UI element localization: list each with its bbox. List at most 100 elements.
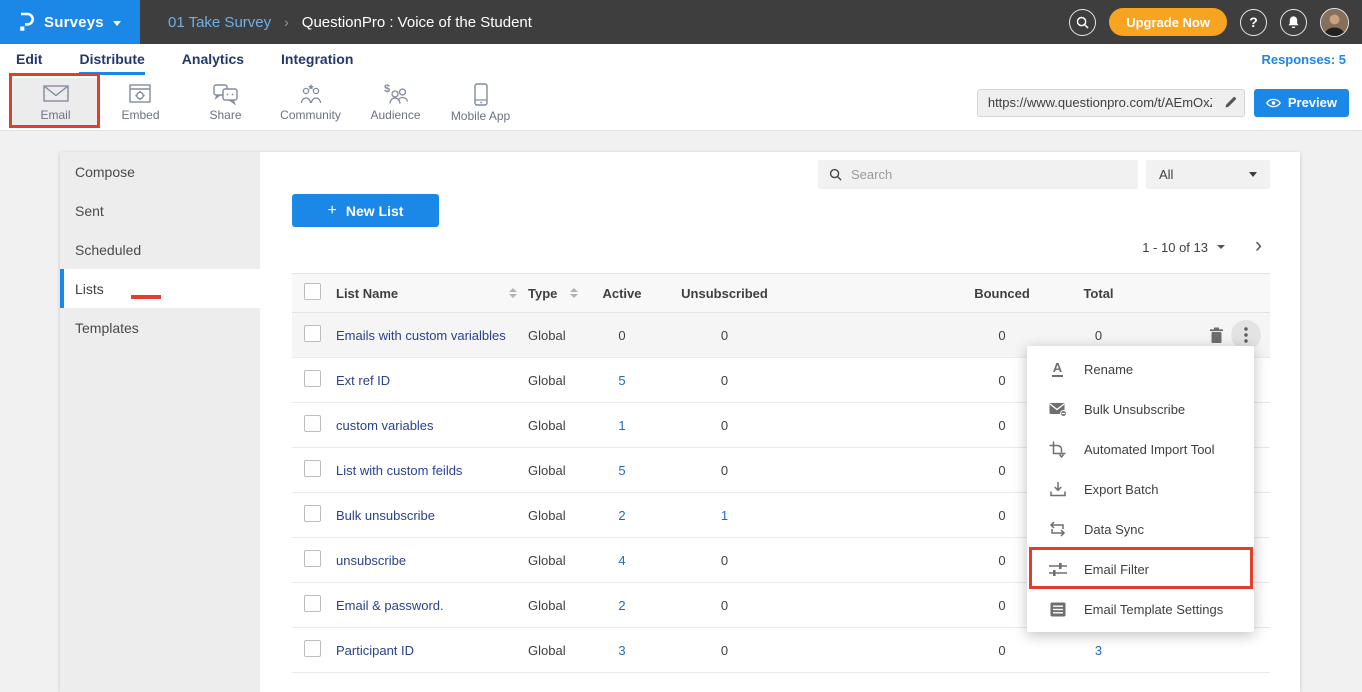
survey-url-input[interactable]: [978, 95, 1218, 110]
responses-count[interactable]: Responses: 5: [1261, 44, 1362, 75]
select-all-checkbox[interactable]: [304, 283, 321, 300]
menu-item-data-sync[interactable]: Data Sync: [1027, 509, 1254, 549]
unsubscribed-count[interactable]: 1: [652, 508, 797, 523]
toolbar-item-embed[interactable]: Embed: [98, 78, 183, 128]
upgrade-now-button[interactable]: Upgrade Now: [1109, 8, 1227, 36]
row-cell-list-name: Emails with custom varialbles: [332, 328, 528, 343]
svg-text:$: $: [384, 83, 390, 95]
list-type-value: Global: [528, 508, 592, 523]
unsubscribed-count[interactable]: 0: [652, 598, 797, 613]
sort-icon[interactable]: [509, 288, 517, 298]
row-checkbox[interactable]: [304, 595, 321, 612]
row-cell-list-name: custom variables: [332, 418, 528, 433]
row-cell-list-name: Participant ID: [332, 643, 528, 658]
row-cell-checkbox: [292, 415, 332, 435]
unsubscribed-count[interactable]: 0: [652, 553, 797, 568]
menu-item-export-batch[interactable]: Export Batch: [1027, 469, 1254, 509]
active-count[interactable]: 2: [592, 508, 652, 523]
active-count[interactable]: 1: [592, 418, 652, 433]
list-name-link[interactable]: unsubscribe: [336, 553, 406, 568]
tab-edit[interactable]: Edit: [16, 44, 42, 75]
active-count[interactable]: 5: [592, 373, 652, 388]
bounced-count[interactable]: 0: [797, 643, 1072, 658]
unsubscribed-count[interactable]: 0: [652, 328, 797, 343]
toolbar-item-label: Mobile App: [451, 109, 510, 123]
list-name-link[interactable]: Emails with custom varialbles: [336, 328, 506, 343]
top-bar: Surveys 01 Take Survey › QuestionPro : V…: [0, 0, 1362, 44]
active-count[interactable]: 4: [592, 553, 652, 568]
sidebar-item-scheduled[interactable]: Scheduled: [60, 230, 260, 269]
pagination-range-dropdown[interactable]: 1 - 10 of 13: [1142, 240, 1225, 255]
search-button[interactable]: [1069, 9, 1096, 36]
header-cell-list-name[interactable]: List Name: [332, 286, 528, 301]
row-checkbox[interactable]: [304, 640, 321, 657]
row-cell-checkbox: [292, 325, 332, 345]
notifications-button[interactable]: [1280, 9, 1307, 36]
list-name-link[interactable]: Ext ref ID: [336, 373, 390, 388]
eye-icon: [1266, 98, 1281, 108]
toolbar-item-email[interactable]: Email: [13, 78, 98, 128]
preview-button[interactable]: Preview: [1254, 89, 1349, 117]
row-checkbox[interactable]: [304, 550, 321, 567]
unsubscribed-count[interactable]: 0: [652, 463, 797, 478]
menu-item-bulk-unsubscribe[interactable]: Bulk Unsubscribe: [1027, 389, 1254, 429]
delete-list-button[interactable]: [1209, 327, 1224, 344]
row-checkbox[interactable]: [304, 415, 321, 432]
list-name-link[interactable]: Bulk unsubscribe: [336, 508, 435, 523]
menu-item-label: Email Filter: [1084, 562, 1149, 577]
toolbar-item-label: Audience: [370, 108, 420, 122]
list-type-filter-dropdown[interactable]: All: [1146, 160, 1270, 189]
row-checkbox[interactable]: [304, 325, 321, 342]
list-name-link[interactable]: List with custom feilds: [336, 463, 462, 478]
total-count[interactable]: 3: [1072, 643, 1125, 658]
survey-url-box: [977, 89, 1245, 117]
unsubscribed-count[interactable]: 0: [652, 643, 797, 658]
menu-item-rename[interactable]: A Rename: [1027, 349, 1254, 389]
menu-item-email-template-settings[interactable]: Email Template Settings: [1027, 589, 1254, 629]
row-checkbox[interactable]: [304, 460, 321, 477]
next-page-button[interactable]: ›: [1255, 235, 1262, 259]
menu-item-automated-import-tool[interactable]: Automated Import Tool: [1027, 429, 1254, 469]
active-count[interactable]: 5: [592, 463, 652, 478]
list-name-link[interactable]: Email & password.: [336, 598, 444, 613]
breadcrumb-folder[interactable]: 01 Take Survey: [168, 14, 271, 31]
chevron-down-icon: [113, 21, 121, 26]
toolbar-item-mobile-app[interactable]: Mobile App: [438, 78, 523, 128]
table-row[interactable]: Participant ID Global 3 0 0 3: [292, 628, 1270, 673]
total-count[interactable]: 0: [1072, 328, 1125, 343]
unsubscribed-count[interactable]: 0: [652, 373, 797, 388]
list-name-link[interactable]: Participant ID: [336, 643, 414, 658]
active-count[interactable]: 2: [592, 598, 652, 613]
row-checkbox[interactable]: [304, 505, 321, 522]
list-type-value: Global: [528, 328, 592, 343]
header-cell-type[interactable]: Type: [528, 286, 592, 301]
embed-icon: [129, 84, 153, 105]
rename-icon: A: [1048, 361, 1067, 377]
sidebar-item-compose[interactable]: Compose: [60, 152, 260, 191]
menu-item-email-filter[interactable]: Email Filter: [1027, 549, 1254, 589]
product-switcher[interactable]: Surveys: [0, 0, 140, 44]
unsubscribed-count[interactable]: 0: [652, 418, 797, 433]
list-name-link[interactable]: custom variables: [336, 418, 434, 433]
bounced-count[interactable]: 0: [797, 328, 1072, 343]
list-search-input[interactable]: [851, 167, 1127, 182]
user-avatar[interactable]: [1320, 8, 1349, 37]
sidebar-item-sent[interactable]: Sent: [60, 191, 260, 230]
toolbar-item-share[interactable]: Share: [183, 78, 268, 128]
help-button[interactable]: ?: [1240, 9, 1267, 36]
sidebar-item-templates[interactable]: Templates: [60, 308, 260, 347]
tab-distribute[interactable]: Distribute: [79, 44, 144, 75]
edit-url-button[interactable]: [1218, 90, 1244, 116]
tab-integration[interactable]: Integration: [281, 44, 353, 75]
row-checkbox[interactable]: [304, 370, 321, 387]
list-type-value: Global: [528, 463, 592, 478]
active-count[interactable]: 0: [592, 328, 652, 343]
active-count[interactable]: 3: [592, 643, 652, 658]
sidebar-item-lists[interactable]: Lists: [60, 269, 260, 308]
row-cell-list-name: Email & password.: [332, 598, 528, 613]
sort-icon[interactable]: [570, 288, 578, 298]
tab-analytics[interactable]: Analytics: [182, 44, 244, 75]
toolbar-item-audience[interactable]: $ Audience: [353, 78, 438, 128]
new-list-button[interactable]: + New List: [292, 194, 439, 227]
toolbar-item-community[interactable]: Community: [268, 78, 353, 128]
